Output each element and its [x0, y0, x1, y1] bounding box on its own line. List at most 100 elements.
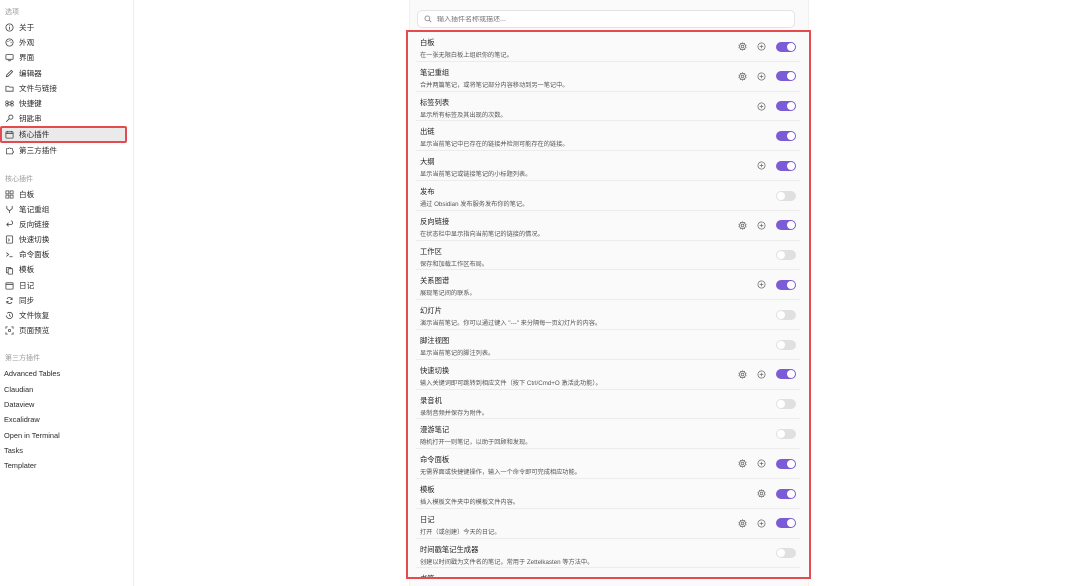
sidebar-item-options-6[interactable]: 钥匙串 — [0, 111, 133, 126]
settings-sidebar: 选项 关于 外观 界面 编辑器 文件与链接 快捷键 钥匙串 核心插件 第三方插件 核心插件 白板… — [0, 0, 134, 586]
sidebar-item-label: 快速切换 — [19, 235, 50, 245]
plugin-controls — [738, 518, 796, 529]
calendar-icon — [5, 281, 14, 290]
sidebar-item-core-8[interactable]: 文件恢复 — [0, 308, 133, 323]
sidebar-item-core-2[interactable]: 反向链接 — [0, 217, 133, 232]
plugin-name: 命令面板 — [420, 455, 450, 465]
gear-icon[interactable] — [738, 71, 747, 81]
sidebar-item-core-3[interactable]: 快速切换 — [0, 232, 133, 247]
sidebar-item-label: 反向链接 — [19, 219, 50, 229]
plugin-controls — [776, 339, 796, 350]
sidebar-item-core-4[interactable]: 命令面板 — [0, 247, 133, 262]
plugin-description: 通过 Obsidian 发布服务发布你的笔记。 — [420, 201, 529, 208]
plugin-toggle[interactable] — [776, 130, 796, 141]
plugin-toggle[interactable] — [776, 41, 796, 52]
plugin-row: 发布通过 Obsidian 发布服务发布你的笔记。 — [416, 181, 800, 211]
sidebar-item-third-party-5[interactable]: Tasks — [0, 443, 133, 458]
plugin-row: 幻灯片 演示当前笔记。你可以通过键入 "---" 来分隔每一页幻灯片的内容。 — [416, 300, 800, 330]
sidebar-item-third-party-1[interactable]: Claudian — [0, 382, 133, 397]
add-hotkey-icon[interactable] — [757, 519, 766, 528]
gear-icon[interactable] — [757, 489, 766, 498]
plugin-toggle[interactable] — [776, 428, 796, 439]
add-hotkey-icon[interactable] — [757, 102, 766, 111]
plugin-toggle[interactable] — [776, 71, 796, 82]
add-hotkey-icon[interactable] — [757, 72, 766, 81]
add-hotkey-icon[interactable] — [757, 280, 766, 289]
add-hotkey-icon[interactable] — [757, 370, 766, 379]
plugin-toggle[interactable] — [776, 190, 796, 201]
plugin-toggle[interactable] — [776, 250, 796, 261]
sidebar-item-options-2[interactable]: 界面 — [0, 50, 133, 65]
sidebar-item-third-party-2[interactable]: Dataview — [0, 397, 133, 412]
plugin-name: 发布 — [420, 187, 435, 196]
plugin-toggle[interactable] — [776, 369, 796, 380]
gear-icon[interactable] — [738, 518, 747, 528]
plugin-toggle[interactable] — [776, 309, 796, 320]
add-hotkey-icon[interactable] — [757, 42, 766, 51]
plugin-toggle[interactable] — [776, 220, 796, 231]
plugin-toggle[interactable] — [776, 458, 796, 469]
plugin-row: 书签 — [416, 568, 800, 579]
sidebar-item-options-5[interactable]: 快捷键 — [0, 96, 133, 111]
sidebar-item-third-party-0[interactable]: Advanced Tables — [0, 366, 133, 381]
plugin-toggle[interactable] — [776, 101, 796, 112]
sidebar-item-options-3[interactable]: 编辑器 — [0, 66, 133, 81]
search-input[interactable] — [437, 15, 777, 23]
sidebar-item-core-7[interactable]: 同步 — [0, 293, 133, 308]
sidebar-item-third-party-6[interactable]: Templater — [0, 458, 133, 473]
plugin-row: 白板 在一张无限白板上组织你的笔记。 — [416, 32, 800, 62]
sidebar-item-core-6[interactable]: 日记 — [0, 278, 133, 293]
add-hotkey-icon[interactable] — [757, 578, 766, 579]
sidebar-item-label: 页面预览 — [19, 326, 50, 336]
plugin-toggle[interactable] — [776, 548, 796, 559]
plugin-controls — [776, 399, 796, 410]
gear-icon[interactable] — [738, 459, 747, 469]
sidebar-item-options-4[interactable]: 文件与链接 — [0, 81, 133, 96]
add-hotkey-icon[interactable] — [757, 161, 766, 170]
plugin-row: 关系图谱 展现笔记间的联系。 — [416, 270, 800, 301]
toggle-knob — [787, 459, 795, 468]
sidebar-item-label: 文件与链接 — [19, 83, 57, 93]
sidebar-item-core-1[interactable]: 笔记重组 — [0, 202, 133, 217]
sidebar-item-label: 命令面板 — [19, 250, 50, 260]
plugin-row: 命令面板 无需界面或快捷键操作，输入一个命令即可完成相应功能。 — [416, 449, 800, 479]
plugin-row: 工作区 保存和加载工作区布局。 — [416, 241, 800, 271]
gear-icon[interactable] — [738, 369, 747, 379]
plugin-controls — [776, 130, 796, 141]
plugin-toggle[interactable] — [776, 488, 796, 499]
plugin-name: 出链 — [420, 127, 435, 137]
plugin-controls — [738, 220, 796, 231]
plugin-toggle[interactable] — [776, 279, 796, 290]
add-hotkey-icon[interactable] — [757, 459, 766, 468]
sidebar-item-third-party-4[interactable]: Open in Terminal — [0, 428, 133, 443]
plugin-description: 在一张无限白板上组织你的笔记。 — [420, 52, 513, 59]
sidebar-item-third-party-3[interactable]: Excalidraw — [0, 412, 133, 427]
add-hotkey-icon[interactable] — [757, 221, 766, 230]
sidebar-item-core-5[interactable]: 模板 — [0, 262, 133, 277]
toggle-knob — [787, 280, 795, 289]
plugin-toggle[interactable] — [776, 518, 796, 529]
plugin-description: 插入模板文件夹中的模板文件内容。 — [420, 499, 519, 506]
plugin-name: 快速切换 — [420, 365, 450, 375]
sidebar-item-core-0[interactable]: 白板 — [0, 187, 133, 202]
plugin-controls — [757, 101, 796, 112]
plugin-toggle[interactable] — [776, 578, 796, 579]
plugin-row: 模板 插入模板文件夹中的模板文件内容。 — [416, 479, 800, 509]
plugin-toggle[interactable] — [776, 399, 796, 410]
main-pane: 白板在一张无限白板上组织你的笔记。笔记重组合并两篇笔记，或将笔记部分内容移动到另… — [134, 0, 1080, 586]
gear-icon[interactable] — [738, 220, 747, 230]
search-icon — [424, 15, 432, 23]
sidebar-item-options-8[interactable]: 第三方插件 — [0, 143, 133, 158]
gear-icon[interactable] — [738, 42, 747, 51]
plugin-controls — [738, 458, 796, 469]
plugin-description: 输入关键词即可跳转到相应文件（按下 Ctrl/Cmd+O 激活此功能）。 — [420, 379, 602, 387]
sidebar-item-options-7[interactable]: 核心插件 — [0, 126, 127, 144]
plugin-toggle[interactable] — [776, 339, 796, 350]
toggle-knob — [787, 42, 795, 51]
plugin-search[interactable] — [417, 10, 795, 28]
sidebar-item-core-9[interactable]: 页面预览 — [0, 323, 133, 338]
plugin-toggle[interactable] — [776, 160, 796, 171]
sidebar-item-options-0[interactable]: 关于 — [0, 20, 133, 35]
plugin-description: 显示所有标签及其出现的次数。 — [420, 111, 507, 119]
sidebar-item-options-1[interactable]: 外观 — [0, 35, 133, 50]
